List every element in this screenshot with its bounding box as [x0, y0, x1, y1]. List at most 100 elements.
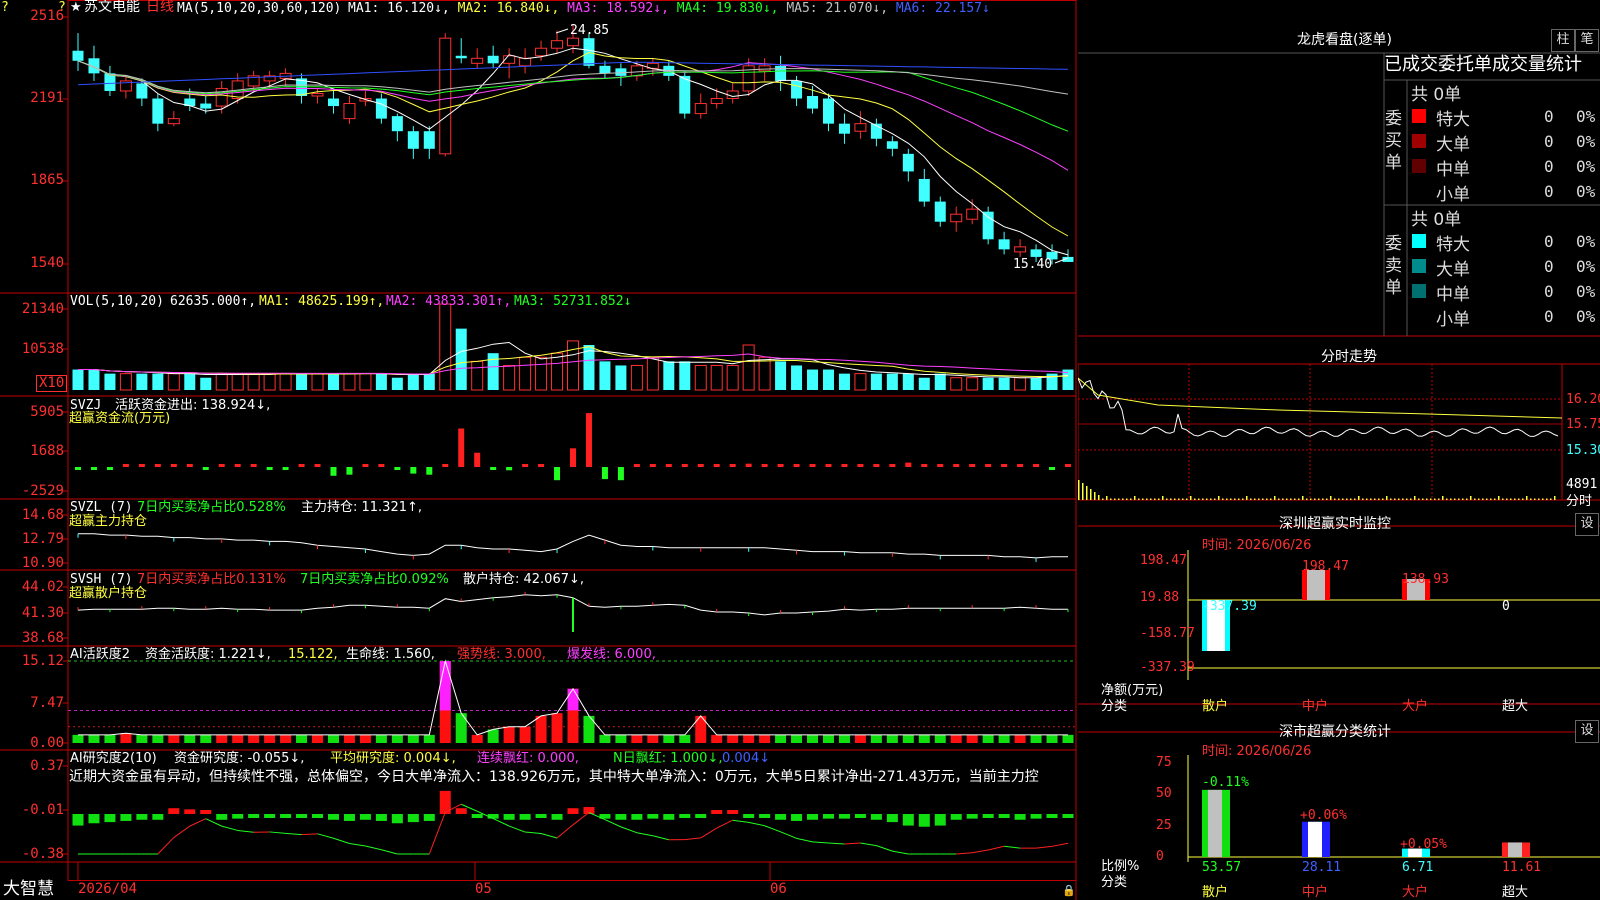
- svzj-bar: [681, 464, 688, 467]
- intraday-volume-bar: [1554, 496, 1556, 500]
- intraday-volume-bar: [1122, 498, 1124, 500]
- sell-orders-row-pct: 0%: [1576, 232, 1596, 251]
- buy-orders-row-pct: 0%: [1576, 132, 1596, 151]
- ai-research-label3: 连续飘红: 0.000,: [477, 751, 579, 766]
- ai-research-line-segment: [173, 825, 191, 838]
- ai-active-bar: [296, 734, 308, 743]
- ai-active-bar: [280, 734, 292, 743]
- stock-name[interactable]: 苏文电能: [84, 0, 140, 15]
- intraday-volume-bar: [1434, 498, 1436, 500]
- ai-active-bar: [998, 734, 1010, 743]
- intraday-volume-bar: [1302, 496, 1304, 500]
- svsh-title: SVSH (7): [70, 572, 133, 587]
- y-tick-main-1: 2191: [30, 90, 64, 106]
- intraday-volume-bar: [1462, 498, 1464, 500]
- ai-active-bar: [487, 729, 499, 743]
- volume-bar: [886, 373, 898, 390]
- svzj-bar: [282, 467, 289, 470]
- ma-value-6: MA6: 22.157↓: [895, 1, 990, 16]
- sz-stats-y-tick: 75: [1156, 755, 1172, 770]
- ai-research-bar: [88, 814, 100, 824]
- sz-monitor-x-caption: 分类: [1101, 699, 1128, 714]
- ai-active-label1: 资金活跃度: 1.221↓,: [145, 647, 271, 662]
- intraday-volume-bar: [1390, 498, 1392, 500]
- svzl-title: SVZL (7): [70, 500, 133, 515]
- ai-active-bar: [200, 734, 212, 743]
- volume-bar: [296, 373, 308, 390]
- svzj-bar: [410, 467, 417, 474]
- ai-research-bar: [296, 814, 308, 818]
- ai-research-line-segment: [860, 842, 877, 847]
- ai-research-bar: [136, 814, 148, 820]
- ai-active-bar: [168, 734, 180, 743]
- ai-active-bar: [727, 734, 739, 743]
- intraday-volume-bar: [1498, 496, 1500, 500]
- volume-bar: [535, 356, 548, 391]
- candle-body: [822, 98, 834, 124]
- intraday-volume-bar: [1382, 498, 1384, 500]
- ai-research-line-segment: [349, 843, 366, 847]
- sell-orders-row-count: 0: [1544, 282, 1554, 301]
- ai-research-line-segment: [333, 837, 350, 845]
- ai-active-bar: [711, 734, 723, 743]
- period-label[interactable]: 日线: [146, 0, 174, 15]
- candle-body: [982, 211, 994, 240]
- ai-active-bar: [407, 734, 419, 743]
- volume-bar: [838, 373, 850, 390]
- ai-research-bar: [1030, 814, 1042, 819]
- ai-active-bar: [312, 734, 324, 743]
- volume-bar: [247, 373, 260, 391]
- dragon-tabs[interactable]: 已成交委托单成交量统计: [1384, 54, 1582, 76]
- lock-icon[interactable]: 🔒: [1062, 883, 1076, 898]
- ai-research-line-segment: [1036, 845, 1053, 849]
- ai-research-label2: 平均研究度: 0.004↓,: [330, 751, 456, 766]
- intraday-volume-bar: [1386, 496, 1388, 500]
- sz-stats-percent-label: 6.71: [1402, 860, 1434, 875]
- volume-bar: [343, 373, 356, 391]
- volume-bar: [311, 373, 324, 391]
- ai-research-bar: [423, 814, 435, 821]
- sz-monitor-y-tick: 19.88: [1140, 590, 1180, 605]
- ma-values-row: MA1: 16.120↓, MA2: 16.840↓, MA3: 18.592↓…: [348, 1, 990, 16]
- ai-active-bar: [615, 734, 627, 743]
- intraday-price-low: 15.30: [1566, 443, 1600, 458]
- volume-bar: [599, 361, 611, 390]
- ai-active-bar: [807, 734, 819, 743]
- sell-orders-row-pct: 0%: [1576, 282, 1596, 301]
- sz-stats-settings-button[interactable]: 设: [1575, 720, 1599, 743]
- dragon-title: 龙虎看盘(逐单): [1297, 32, 1392, 48]
- ai-research-line-segment: [732, 819, 749, 823]
- intraday-volume-bar: [1334, 498, 1336, 500]
- volume-bar: [152, 373, 164, 390]
- ai-active-bar: [950, 734, 962, 743]
- ai-research-bar: [407, 814, 419, 823]
- candle-body: [854, 123, 867, 132]
- buy-orders-group-label: 委买单: [1385, 109, 1402, 173]
- volume-bar: [934, 373, 946, 390]
- ai-research-line-segment: [221, 825, 238, 831]
- ai-active-bar: [743, 734, 755, 743]
- sz-monitor-settings-button[interactable]: 设: [1575, 513, 1599, 536]
- intraday-volume-bar: [1254, 498, 1256, 500]
- ai-research-bar: [1062, 814, 1074, 818]
- svzj-bar: [921, 464, 928, 467]
- ai-research-bar: [695, 814, 707, 818]
- ai-research-bar: [535, 814, 547, 818]
- candle-body: [710, 98, 723, 105]
- ai-active-bar: [423, 734, 435, 743]
- pen-view-button[interactable]: 笔: [1575, 29, 1599, 52]
- ai-active-bar: [136, 734, 148, 743]
- candle-body: [758, 65, 771, 72]
- y-tick-svzl-1: 12.79: [21, 531, 64, 547]
- candle-body: [679, 75, 691, 114]
- x-axis-label-1: 05: [475, 881, 492, 897]
- buy-orders-row-pct: 0%: [1576, 157, 1596, 176]
- ai-research-line-segment: [876, 845, 893, 852]
- volume-bar: [615, 365, 627, 390]
- intraday-volume-bar: [1422, 498, 1424, 500]
- intraday-volume-bar: [1266, 498, 1268, 500]
- sz-stats-category: 散户: [1202, 885, 1229, 900]
- ai-research-bar: [966, 814, 978, 819]
- bar-view-button[interactable]: 柱: [1551, 29, 1575, 52]
- intraday-volume-bar: [1234, 498, 1236, 500]
